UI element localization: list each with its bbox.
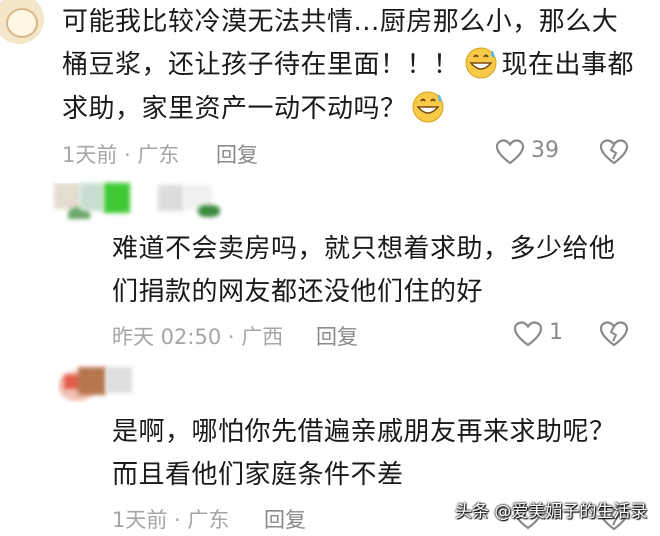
username-commenter-2-obscured: [80, 183, 230, 217]
comment-2-line-1: 难道不会卖房吗，就只想着求助，多少给他: [112, 234, 616, 264]
comment-2-like-count: 1: [549, 320, 563, 345]
comment-1-line-3: 求助，家里资产一动不动吗？: [62, 89, 449, 129]
comment-1-line-1: 可能我比较冷漠无法共情...厨房那么小，那么大: [62, 7, 619, 37]
comment-1-line-2-tail: 现在出事都: [501, 50, 635, 80]
comment-2-time-location: 昨天 02:50 · 广西: [112, 325, 284, 349]
heart-outline-icon: [513, 321, 543, 347]
comment-2-line-2: 们捐款的网友都还没他们住的好: [112, 277, 484, 307]
comment-1-like-button[interactable]: 39: [495, 137, 575, 167]
comment-1-line-2: 桶豆浆，还让孩子待在里面！！！ 现在出事都: [62, 45, 634, 85]
heart-outline-icon: [495, 139, 525, 165]
watermark: 头条 @爱美媚子的生活录: [455, 502, 648, 522]
comment-2-like-button[interactable]: 1: [513, 319, 573, 349]
username-commenter-3-obscured: [78, 367, 158, 397]
comment-1-line-3-text: 求助，家里资产一动不动吗？: [62, 94, 407, 124]
comment-1-dislike-button[interactable]: [599, 138, 629, 166]
comment-1-time-location: 1天前 · 广东: [62, 143, 180, 167]
comment-1-reply-button[interactable]: 回复: [216, 139, 258, 169]
comment-3-line-1: 是啊，哪怕你先借遍亲戚朋友再来求助呢？: [112, 417, 616, 447]
comment-3-line-2: 而且看他们家庭条件不差: [112, 460, 404, 490]
grinning-sweat-emoji-icon: [463, 45, 499, 79]
comment-2-dislike-button[interactable]: [599, 320, 629, 348]
broken-heart-icon: [599, 321, 629, 347]
comment-1-like-count: 39: [531, 138, 559, 163]
grinning-sweat-emoji-icon: [410, 89, 446, 123]
broken-heart-icon: [599, 139, 629, 165]
comment-2-reply-button[interactable]: 回复: [316, 321, 358, 351]
avatar-commenter-1[interactable]: [0, 0, 44, 44]
comment-1-line-2-text: 桶豆浆，还让孩子待在里面！！！: [62, 50, 460, 80]
